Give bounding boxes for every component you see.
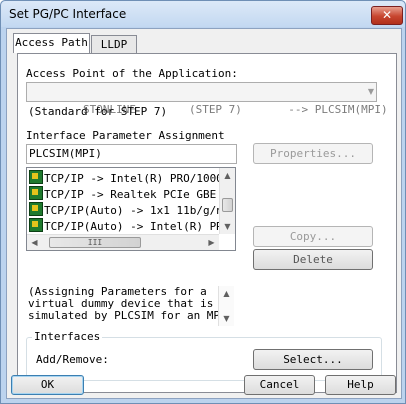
chevron-down-icon: ▼	[367, 87, 374, 96]
list-item[interactable]: TCP/IP -> Realtek PCIe GBE F	[29, 186, 229, 202]
interface-list: TCP/IP -> Intel(R) PRO/1000 TCP/IP -> Re…	[26, 167, 236, 251]
window-title: Set PG/PC Interface	[9, 7, 127, 21]
scroll-right-icon[interactable]: ▶	[204, 235, 219, 250]
scroll-up-icon[interactable]: ▲	[219, 286, 234, 301]
access-point-select[interactable]: STONLINE (STEP 7) --> PLCSIM(MPI) ▼	[26, 82, 388, 116]
help-button[interactable]: Help	[325, 375, 396, 395]
cancel-button[interactable]: Cancel	[244, 375, 315, 395]
list-vertical-scrollbar[interactable]: ▲ ▼	[219, 168, 235, 234]
access-point-hint: (Standard for STEP 7)	[28, 105, 168, 118]
access-path-panel: Access Point of the Application: STONLIN…	[17, 53, 397, 393]
select-button[interactable]: Select...	[253, 349, 373, 370]
scroll-down-icon[interactable]: ▼	[219, 311, 234, 326]
network-adapter-icon	[29, 218, 43, 232]
scroll-left-icon[interactable]: ◀	[27, 235, 42, 250]
delete-button[interactable]: Delete	[253, 249, 373, 270]
interfaces-group-label: Interfaces	[32, 330, 103, 343]
close-button[interactable]: ✕	[371, 6, 403, 25]
interface-assignment-label: Interface Parameter Assignment	[26, 129, 225, 142]
tab-lldp[interactable]: LLDP	[91, 35, 137, 54]
dialog-client-area: Access Path LLDP Access Point of the App…	[6, 28, 402, 399]
list-item[interactable]: TCP/IP(Auto) -> Intel(R) PRO	[29, 218, 229, 234]
tab-access-path[interactable]: Access Path	[13, 33, 90, 53]
add-remove-label: Add/Remove:	[36, 353, 109, 366]
title-bar[interactable]: Set PG/PC Interface ✕	[1, 1, 405, 27]
network-adapter-icon	[29, 186, 43, 200]
properties-button[interactable]: Properties...	[253, 143, 373, 164]
access-point-label: Access Point of the Application:	[26, 67, 238, 80]
scrollbar-thumb[interactable]: III	[49, 237, 141, 248]
list-item[interactable]: TCP/IP -> Intel(R) PRO/1000	[29, 170, 223, 186]
copy-button[interactable]: Copy...	[253, 226, 373, 247]
dialog-window: Set PG/PC Interface ✕ Access Path LLDP A…	[0, 0, 406, 404]
list-horizontal-scrollbar[interactable]: ◀ III ▶	[27, 234, 219, 250]
interface-assignment-input[interactable]: PLCSIM(MPI)	[26, 144, 237, 164]
description-line: simulated by PLCSIM for an MPI	[28, 309, 227, 322]
description-box: (Assigning Parameters for a virtual dumm…	[26, 286, 234, 326]
network-adapter-icon	[29, 170, 43, 184]
list-item[interactable]: TCP/IP(Auto) -> 1x1 11b/g/n	[29, 202, 223, 218]
ok-button[interactable]: OK	[11, 375, 84, 395]
scroll-up-icon[interactable]: ▲	[220, 168, 235, 183]
interface-assignment-value: PLCSIM(MPI)	[29, 147, 102, 160]
scrollbar-thumb[interactable]	[222, 198, 233, 212]
scroll-down-icon[interactable]: ▼	[220, 219, 235, 234]
network-adapter-icon	[29, 202, 43, 216]
description-scrollbar[interactable]: ▲ ▼	[218, 286, 234, 326]
